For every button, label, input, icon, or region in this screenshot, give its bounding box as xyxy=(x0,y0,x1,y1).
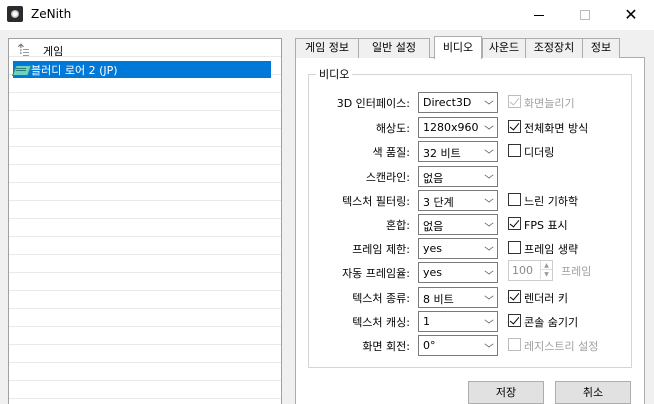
combo-blending[interactable]: 없음 xyxy=(418,214,498,235)
chevron-down-icon xyxy=(484,122,494,130)
combo-texture-caching[interactable]: 1 xyxy=(418,311,498,332)
label-resolution: 해상도: xyxy=(375,122,410,135)
title-bar: ZeNith ✕ xyxy=(0,0,654,30)
tab-controls[interactable]: 조정장치 xyxy=(525,38,583,58)
minimize-icon xyxy=(534,14,544,16)
tree-root-item[interactable]: 게임 xyxy=(12,42,63,59)
label-texture-type: 텍스처 종류: xyxy=(352,292,410,305)
chevron-down-icon xyxy=(484,219,494,227)
combo-frame-limit[interactable]: yes xyxy=(418,238,498,259)
checkbox-label-hide-console: 콘솔 숨기기 xyxy=(524,316,579,329)
tab-sound[interactable]: 사운드 xyxy=(482,38,526,58)
chevron-down-icon xyxy=(484,316,494,324)
tab-game-info[interactable]: 게임 정보 xyxy=(295,38,359,58)
sort-icon xyxy=(15,42,31,58)
chevron-down-icon xyxy=(484,292,494,300)
close-icon: ✕ xyxy=(624,5,638,24)
checkbox-renderer-key[interactable] xyxy=(508,290,521,303)
cancel-button[interactable]: 취소 xyxy=(555,381,631,404)
groupbox-title: 비디오 xyxy=(316,66,353,82)
checkbox-label-registry-settings: 레지스트리 설정 xyxy=(524,340,599,353)
tab-general-settings[interactable]: 일반 설정 xyxy=(358,38,430,58)
maximize-button[interactable] xyxy=(562,0,608,30)
tree-root-label: 게임 xyxy=(43,44,64,58)
checkbox-fullscreen-mode[interactable] xyxy=(508,120,521,133)
spin-down-icon[interactable]: ▼ xyxy=(540,270,552,279)
chevron-down-icon xyxy=(484,267,494,275)
save-button[interactable]: 저장 xyxy=(468,381,544,404)
checkbox-show-fps[interactable] xyxy=(508,217,521,230)
game-tree[interactable]: 게임 블러디 로어 2 (JP) xyxy=(8,38,282,404)
frame-spinner-value: 100 xyxy=(512,264,533,277)
label-screen-rotation: 화면 회전: xyxy=(362,340,410,353)
chevron-down-icon xyxy=(484,97,494,105)
checkbox-label-show-fps: FPS 표시 xyxy=(524,219,568,232)
chevron-down-icon xyxy=(484,146,494,154)
label-blending: 혼합: xyxy=(386,219,410,232)
close-button[interactable]: ✕ xyxy=(608,0,654,30)
checkbox-label-stretch-screen: 화면늘리기 xyxy=(524,97,575,110)
checkbox-stretch-screen[interactable] xyxy=(508,95,521,108)
tab-video[interactable]: 비디오 xyxy=(434,36,482,59)
chevron-down-icon xyxy=(484,195,494,203)
checkbox-hide-console[interactable] xyxy=(508,314,521,327)
checkbox-dithering[interactable] xyxy=(508,144,521,157)
label-scanlines: 스캔라인: xyxy=(365,171,410,184)
chevron-down-icon xyxy=(484,340,494,348)
label-texture-filtering: 텍스처 필터링: xyxy=(342,195,410,208)
combo-resolution[interactable]: 1280x960 xyxy=(418,117,498,138)
app-icon xyxy=(7,6,23,22)
maximize-icon xyxy=(580,10,590,20)
frame-spinner-label: 프레임 xyxy=(561,265,592,278)
combo-scanlines[interactable]: 없음 xyxy=(418,166,498,187)
checkbox-label-fullscreen-mode: 전체화면 방식 xyxy=(524,122,589,135)
chevron-down-icon xyxy=(484,243,494,251)
combo-color-quality[interactable]: 32 비트 xyxy=(418,141,498,162)
checkbox-label-renderer-key: 렌더러 키 xyxy=(524,292,568,305)
label-color-quality: 색 품질: xyxy=(372,146,410,159)
checkbox-registry-settings[interactable] xyxy=(508,338,521,351)
label-texture-caching: 텍스처 캐싱: xyxy=(352,316,410,329)
checkbox-slow-geometry[interactable] xyxy=(508,193,521,206)
label-frame-limit: 프레임 제한: xyxy=(352,243,410,256)
label-auto-framerate: 자동 프레임율: xyxy=(342,267,410,280)
tab-about[interactable]: 정보 xyxy=(582,38,620,58)
chevron-down-icon xyxy=(484,171,494,179)
checkbox-label-frame-skip: 프레임 생략 xyxy=(524,243,579,256)
checkbox-label-dithering: 디더링 xyxy=(524,146,555,159)
game-cartridge-icon xyxy=(13,63,30,77)
combo-auto-framerate[interactable]: yes xyxy=(418,262,498,283)
frame-spinner[interactable]: 100 ▲ ▼ xyxy=(508,260,553,281)
combo-texture-type[interactable]: 8 비트 xyxy=(418,287,498,308)
spin-up-icon[interactable]: ▲ xyxy=(540,261,552,270)
combo-texture-filtering[interactable]: 3 단계 xyxy=(418,190,498,211)
combo-3d-interface[interactable]: Direct3D xyxy=(418,92,498,113)
checkbox-label-slow-geometry: 느린 기하학 xyxy=(524,195,579,208)
window-title: ZeNith xyxy=(31,7,72,21)
label-3d-interface: 3D 인터페이스: xyxy=(336,97,410,110)
combo-screen-rotation[interactable]: 0° xyxy=(418,335,498,356)
checkbox-frame-skip[interactable] xyxy=(508,241,521,254)
tree-item-label: 블러디 로어 2 (JP) xyxy=(31,63,118,77)
minimize-button[interactable] xyxy=(516,0,562,30)
tree-item-game[interactable]: 블러디 로어 2 (JP) xyxy=(13,61,271,78)
